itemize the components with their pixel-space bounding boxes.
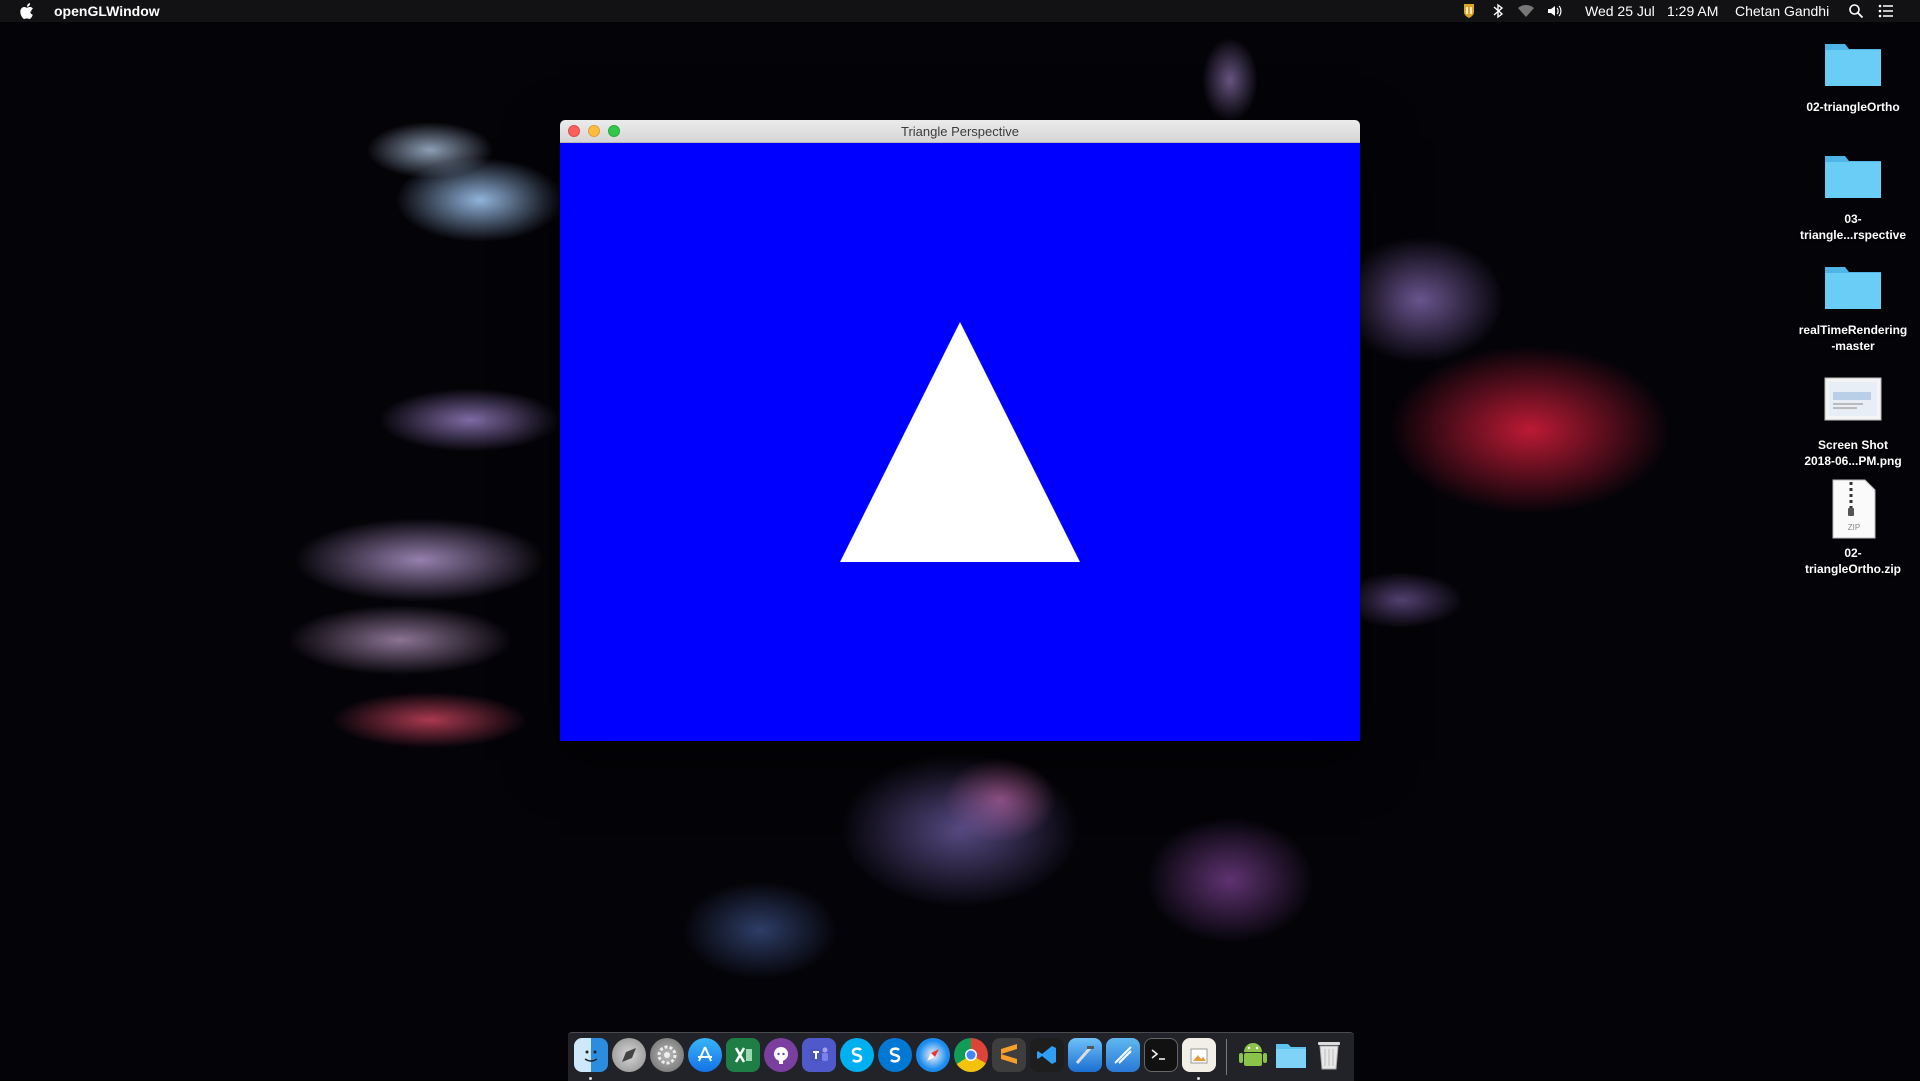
opengl-canvas[interactable] — [560, 143, 1360, 741]
sublime-text-icon[interactable] — [992, 1038, 1026, 1072]
notification-center-icon[interactable] — [1877, 3, 1895, 19]
terminal-icon[interactable] — [1144, 1038, 1178, 1072]
app-store-icon[interactable] — [688, 1038, 722, 1072]
zip-badge-text: ZIP — [1848, 523, 1860, 532]
system-preferences-icon[interactable] — [650, 1038, 684, 1072]
visual-studio-code-icon[interactable] — [1030, 1038, 1064, 1072]
dock-separator — [1226, 1039, 1227, 1075]
desktop-item-label: realTimeRendering -master — [1798, 323, 1908, 353]
desktop-item-screenshot[interactable]: Screen Shot 2018-06...PM.png — [1794, 374, 1912, 469]
opengl-window: Triangle Perspective — [560, 120, 1360, 741]
chrome-icon[interactable] — [954, 1038, 988, 1072]
spotlight-icon[interactable] — [1848, 3, 1864, 19]
desktop-item-label: 03- triangle...rspective — [1799, 212, 1907, 242]
desktop-item-label: 02-triangleOrtho — [1806, 100, 1900, 114]
android-file-transfer-icon[interactable] — [1236, 1038, 1270, 1072]
norton-icon[interactable] — [1462, 3, 1476, 19]
menubar-date[interactable]: Wed 25 Jul — [1585, 3, 1655, 19]
active-app-name[interactable]: openGLWindow — [54, 3, 160, 19]
instruments-icon[interactable] — [1106, 1038, 1140, 1072]
skype-icon[interactable] — [840, 1038, 874, 1072]
menu-bar: openGLWindow Wed 25 Jul 1:29 AM Chetan G… — [0, 0, 1920, 22]
menubar-time[interactable]: 1:29 AM — [1667, 3, 1718, 19]
github-desktop-icon[interactable] — [764, 1038, 798, 1072]
skype-for-business-icon[interactable] — [878, 1038, 912, 1072]
finder-icon[interactable] — [574, 1038, 608, 1072]
launchpad-icon[interactable] — [612, 1038, 646, 1072]
trash-icon[interactable] — [1312, 1038, 1346, 1072]
bluetooth-icon[interactable] — [1492, 3, 1504, 19]
excel-icon[interactable] — [726, 1038, 760, 1072]
safari-icon[interactable] — [916, 1038, 950, 1072]
desktop-item-label: 02- triangleOrtho.zip — [1805, 546, 1901, 576]
desktop-item-03-triangle-perspective[interactable]: 03- triangle...rspective — [1794, 148, 1912, 243]
desktop-item-label: Screen Shot 2018-06...PM.png — [1804, 438, 1902, 468]
window-title: Triangle Perspective — [900, 124, 1019, 139]
folder-icon — [1825, 267, 1881, 309]
window-titlebar[interactable]: Triangle Perspective — [560, 120, 1360, 143]
dock — [568, 1032, 1354, 1081]
folder-icon — [1825, 44, 1881, 86]
desktop-item-realtimerendering-master[interactable]: realTimeRendering -master — [1794, 259, 1912, 354]
image-file-icon — [1824, 377, 1882, 421]
menubar-user[interactable]: Chetan Gandhi — [1735, 3, 1829, 19]
desktop-item-02-triangleortho-zip[interactable]: ZIP 02- triangleOrtho.zip — [1794, 478, 1912, 577]
wifi-icon[interactable] — [1517, 3, 1535, 19]
teams-icon[interactable] — [802, 1038, 836, 1072]
desktop-item-02-triangleortho[interactable]: 02-triangleOrtho — [1794, 36, 1912, 115]
xcode-icon[interactable] — [1068, 1038, 1102, 1072]
folder-icon — [1825, 156, 1881, 198]
preview-icon[interactable] — [1182, 1038, 1216, 1072]
zip-file-icon: ZIP — [1832, 479, 1876, 539]
apple-menu-icon[interactable] — [20, 2, 36, 20]
downloads-folder-icon[interactable] — [1274, 1038, 1308, 1072]
volume-icon[interactable] — [1546, 3, 1564, 19]
